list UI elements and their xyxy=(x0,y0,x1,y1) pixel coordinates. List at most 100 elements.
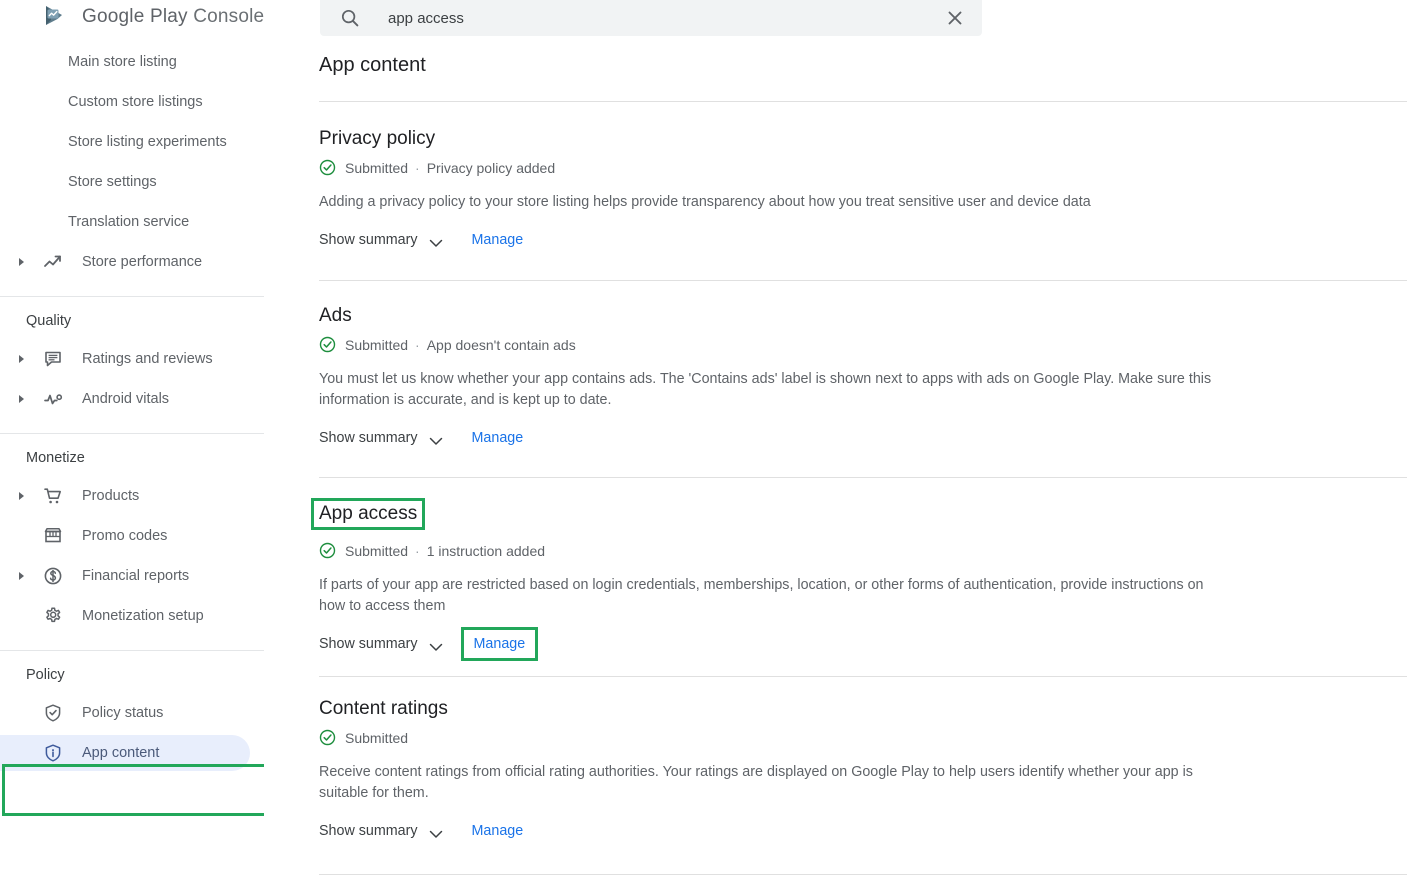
sidebar-item-label: Translation service xyxy=(68,214,190,230)
show-summary-toggle[interactable]: Show summary xyxy=(319,430,443,446)
status-detail: 1 instruction added xyxy=(426,542,546,559)
sidebar-item-ratings-and-reviews[interactable]: Ratings and reviews xyxy=(0,339,264,379)
section-heading-privacy-policy: Privacy policy xyxy=(319,128,436,149)
sidebar-item-label: Main store listing xyxy=(68,54,177,70)
status-separator: · xyxy=(415,336,420,353)
sidebar-item-financial-reports[interactable]: Financial reports xyxy=(0,556,264,596)
section-description: Receive content ratings from official ra… xyxy=(319,764,1193,801)
sidebar-item-label: Policy status xyxy=(82,705,164,721)
sidebar-item-label: Store settings xyxy=(68,174,157,190)
shield-info-icon xyxy=(40,743,66,763)
check-circle-icon xyxy=(319,336,336,353)
status-detail: Privacy policy added xyxy=(426,159,556,176)
trending-up-icon xyxy=(40,252,66,272)
google-play-console-logo xyxy=(42,4,68,30)
manage-link-content-ratings[interactable]: Manage xyxy=(472,823,524,839)
sidebar-item-label: Store performance xyxy=(82,254,203,270)
chevron-right-icon[interactable] xyxy=(14,395,28,403)
sidebar-item-app-content[interactable]: App content xyxy=(0,733,264,773)
reviews-icon xyxy=(40,349,66,369)
chevron-right-icon[interactable] xyxy=(14,355,28,363)
sidebar-item-label: Custom store listings xyxy=(68,94,203,110)
sidebar-item-policy-status[interactable]: Policy status xyxy=(0,693,264,733)
sidebar-item-android-vitals[interactable]: Android vitals xyxy=(0,379,264,419)
chevron-down-icon xyxy=(429,640,443,651)
manage-wrap: Manage xyxy=(443,822,524,840)
manage-link-ads[interactable]: Manage xyxy=(472,430,524,446)
page-root: Google Play Console Main store listing C… xyxy=(0,0,1407,891)
sidebar-item-translation-service[interactable]: Translation service xyxy=(0,202,264,242)
check-circle-icon xyxy=(319,542,336,559)
brand-title: Google Play Console xyxy=(82,6,264,28)
divider-1 xyxy=(319,280,1407,281)
page-title: App content xyxy=(319,54,426,76)
section-heading-content-ratings: Content ratings xyxy=(319,698,448,719)
section-description: Adding a privacy policy to your store li… xyxy=(319,194,1091,210)
show-summary-toggle[interactable]: Show summary xyxy=(319,232,443,248)
sidebar-section-policy: Policy xyxy=(26,667,65,683)
section-privacy-policy: Privacy policy Submitted · Privacy polic… xyxy=(319,128,1407,249)
section-ads: Ads Submitted · App doesn't contain ads … xyxy=(319,305,1407,447)
chevron-down-icon xyxy=(429,827,443,838)
manage-link-privacy-policy[interactable]: Manage xyxy=(472,232,524,248)
chevron-right-icon[interactable] xyxy=(14,258,28,266)
show-summary-label: Show summary xyxy=(319,232,418,248)
status-badge: Submitted · 1 instruction added xyxy=(319,542,1407,559)
manage-link-app-access[interactable]: Manage xyxy=(474,636,526,652)
sidebar-item-label: Monetization setup xyxy=(82,608,204,624)
show-summary-toggle[interactable]: Show summary xyxy=(319,636,443,652)
shield-check-icon xyxy=(40,703,66,723)
section-heading-ads: Ads xyxy=(319,305,352,326)
close-icon[interactable] xyxy=(944,7,966,29)
section-description: You must let us know whether your app co… xyxy=(319,371,1212,408)
sidebar-item-label: Financial reports xyxy=(82,568,190,584)
brand-title-light: Console xyxy=(193,6,264,27)
sidebar-divider xyxy=(0,296,264,297)
section-app-access: App access Submitted · 1 instruction add… xyxy=(311,498,1407,661)
section-actions: Show summary Manage xyxy=(319,231,1407,249)
brand-title-bold: Google Play xyxy=(82,6,188,27)
sidebar-item-custom-store-listings[interactable]: Custom store listings xyxy=(0,82,264,122)
search-input[interactable]: app access xyxy=(388,10,944,27)
divider-4 xyxy=(319,874,1407,875)
sidebar: Google Play Console Main store listing C… xyxy=(0,0,264,891)
chevron-right-icon[interactable] xyxy=(14,492,28,500)
section-heading-app-access: App access xyxy=(311,498,426,530)
show-summary-label: Show summary xyxy=(319,430,418,446)
divider-3 xyxy=(319,676,1407,677)
gear-icon xyxy=(40,606,66,626)
status-label: Submitted xyxy=(345,336,409,353)
sidebar-item-label: App content xyxy=(82,745,160,761)
sidebar-item-monetization-setup[interactable]: Monetization setup xyxy=(0,596,264,636)
status-label: Submitted xyxy=(345,729,409,746)
section-description: If parts of your app are restricted base… xyxy=(319,577,1204,614)
show-summary-toggle[interactable]: Show summary xyxy=(319,823,443,839)
storefront-icon xyxy=(40,526,66,546)
section-actions: Show summary Manage xyxy=(319,627,1407,661)
section-content-ratings: Content ratings Submitted Receive conten… xyxy=(319,698,1407,840)
chevron-down-icon xyxy=(429,434,443,445)
sidebar-item-main-store-listing[interactable]: Main store listing xyxy=(0,42,264,82)
show-summary-label: Show summary xyxy=(319,636,418,652)
status-badge: Submitted · Privacy policy added xyxy=(319,159,1407,176)
sidebar-item-promo-codes[interactable]: Promo codes xyxy=(0,516,264,556)
sidebar-item-label: Store listing experiments xyxy=(68,134,227,150)
sidebar-section-monetize: Monetize xyxy=(26,450,85,466)
manage-wrap: Manage xyxy=(443,429,524,447)
status-label: Submitted xyxy=(345,542,409,559)
sidebar-item-store-settings[interactable]: Store settings xyxy=(0,162,264,202)
shopping-cart-icon xyxy=(40,486,66,506)
brand-row: Google Play Console xyxy=(0,0,264,34)
status-separator: · xyxy=(415,542,420,559)
sidebar-item-store-performance[interactable]: Store performance xyxy=(0,242,264,282)
status-badge: Submitted · App doesn't contain ads xyxy=(319,336,1407,353)
check-circle-icon xyxy=(319,159,336,176)
status-separator: · xyxy=(415,159,420,176)
sidebar-item-store-listing-experiments[interactable]: Store listing experiments xyxy=(0,122,264,162)
status-badge: Submitted xyxy=(319,729,1407,746)
chevron-right-icon[interactable] xyxy=(14,572,28,580)
section-actions: Show summary Manage xyxy=(319,429,1407,447)
sidebar-item-products[interactable]: Products xyxy=(0,476,264,516)
search-box[interactable]: app access xyxy=(320,0,982,36)
section-actions: Show summary Manage xyxy=(319,822,1407,840)
